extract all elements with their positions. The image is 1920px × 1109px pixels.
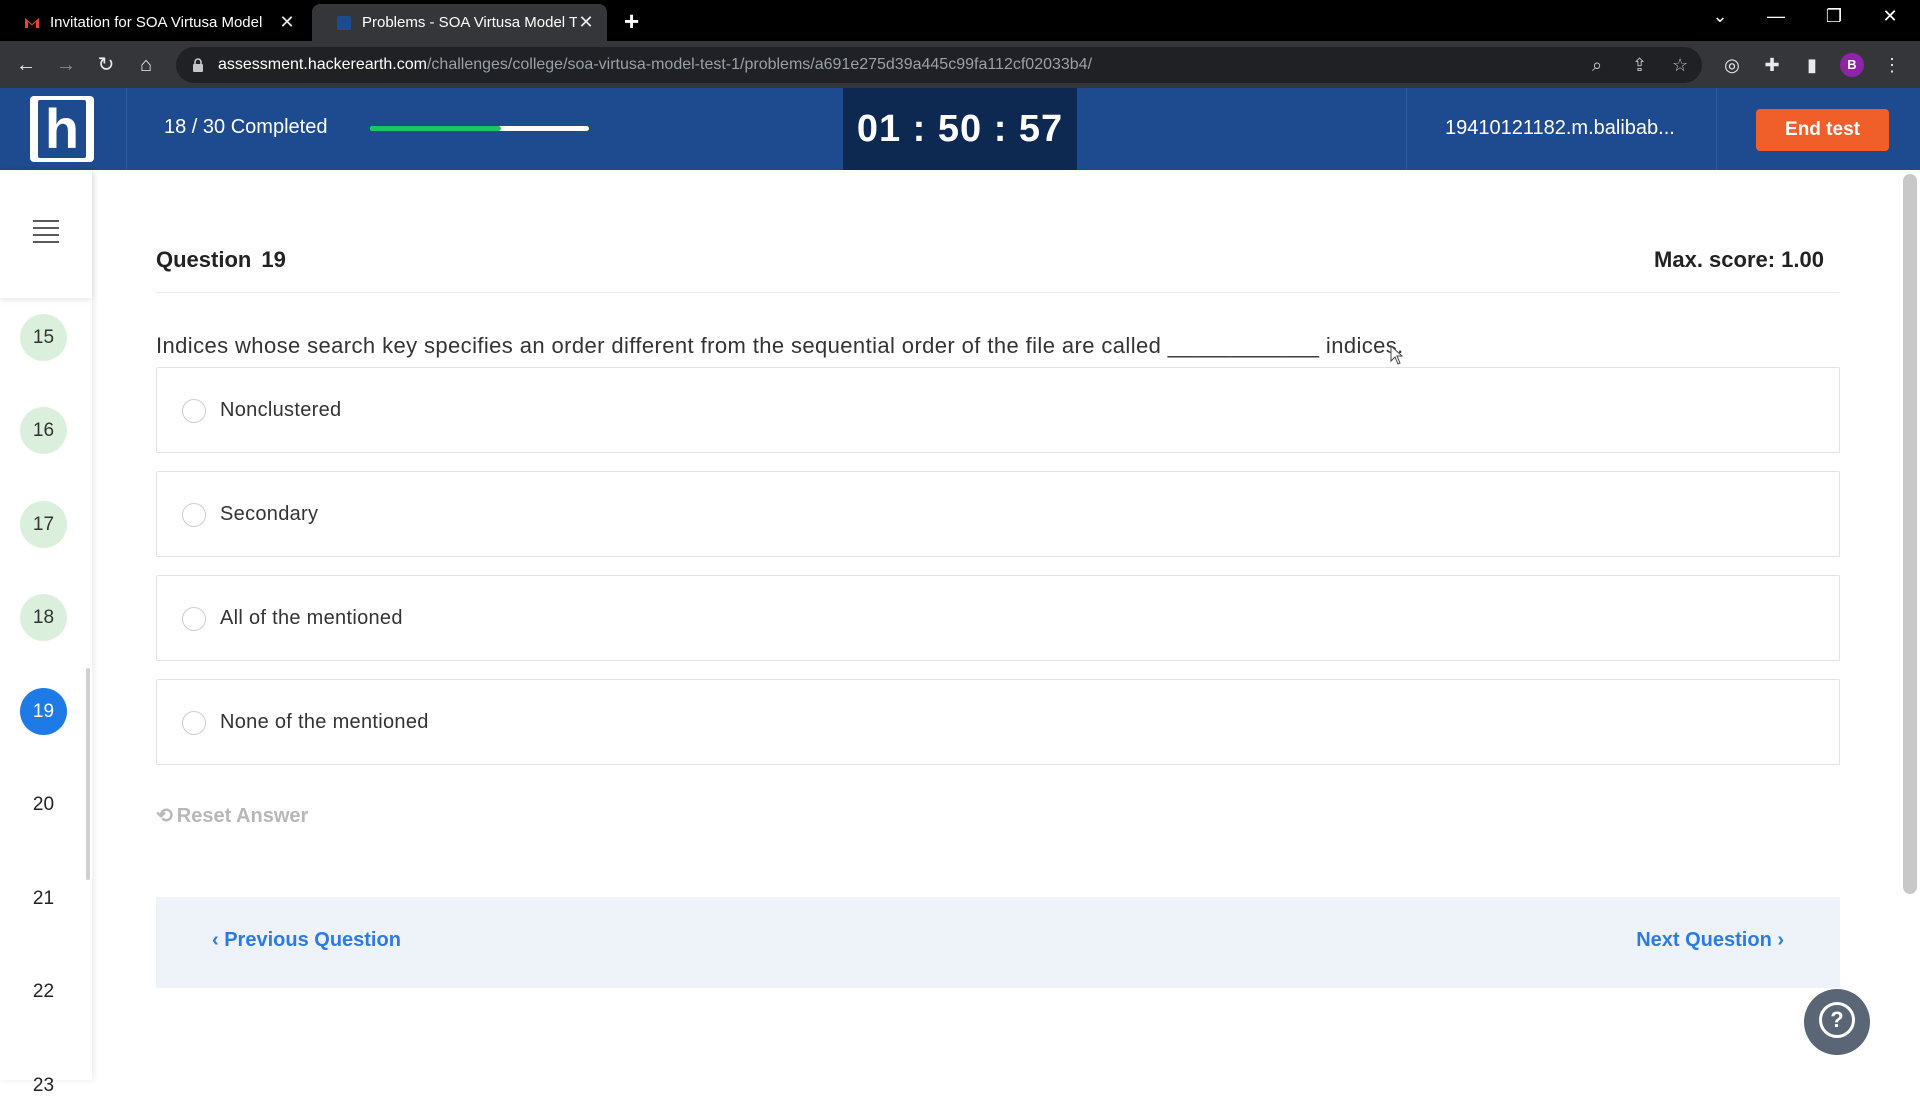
sidebar-scrollbar[interactable]	[86, 668, 90, 880]
bookmark-star-icon[interactable]: ☆	[1672, 55, 1688, 76]
sidebar-menu-toggle[interactable]	[0, 170, 92, 298]
question-text: Indices whose search key specifies an or…	[156, 333, 1404, 358]
radio-button[interactable]	[182, 607, 206, 631]
option-label: All of the mentioned	[220, 607, 403, 629]
tab-search-icon[interactable]: ⌄	[1700, 6, 1740, 27]
question-nav-21[interactable]: 21	[20, 875, 67, 922]
extensions-puzzle-icon[interactable]: ✚	[1760, 53, 1784, 77]
zoom-icon[interactable]: ⌕	[1592, 55, 1602, 76]
progress-bar	[370, 126, 589, 131]
main-scrollbar[interactable]	[1903, 174, 1917, 894]
mouse-cursor-icon	[1390, 345, 1404, 365]
lock-icon	[193, 58, 203, 72]
question-nav-19[interactable]: 19	[20, 688, 67, 735]
option-all-of-the-mentioned[interactable]: All of the mentioned	[156, 575, 1840, 661]
header-divider	[1406, 88, 1407, 170]
minimize-button[interactable]: —	[1756, 6, 1796, 27]
tab-invitation[interactable]: Invitation for SOA Virtusa Model ✕	[0, 4, 308, 41]
countdown-timer: 01 : 50 : 57	[843, 88, 1077, 170]
logo-h-mark: h	[38, 100, 86, 158]
reset-answer-button[interactable]: ⟲ Reset Answer	[156, 803, 308, 828]
browser-toolbar: ← → ↻ ⌂ assessment.hackerearth.com/chall…	[0, 41, 1920, 88]
side-panel-icon[interactable]: ▮	[1800, 53, 1824, 77]
reset-icon: ⟲	[156, 805, 173, 827]
option-none-of-the-mentioned[interactable]: None of the mentioned	[156, 679, 1840, 765]
back-icon[interactable]: ←	[12, 51, 40, 79]
hackerearth-icon	[337, 15, 351, 30]
menu-kebab-icon[interactable]: ⋮	[1880, 53, 1904, 77]
help-button[interactable]: ?	[1804, 989, 1870, 1055]
home-icon[interactable]: ⌂	[132, 51, 160, 79]
profile-avatar[interactable]: B	[1840, 53, 1864, 77]
radio-button[interactable]	[182, 399, 206, 423]
reload-icon[interactable]: ↻	[92, 51, 120, 79]
divider	[156, 292, 1839, 293]
extension-spy-icon[interactable]: ◎	[1720, 53, 1744, 77]
option-label: Secondary	[220, 503, 319, 525]
radio-button[interactable]	[182, 711, 206, 735]
question-nav-22[interactable]: 22	[20, 968, 67, 1015]
hackerearth-logo: h	[30, 96, 94, 162]
gmail-icon	[25, 17, 39, 28]
option-secondary[interactable]: Secondary	[156, 471, 1840, 557]
max-score: Max. score: 1.00	[1654, 247, 1824, 272]
radio-button[interactable]	[182, 503, 206, 527]
question-navigation: ‹ Previous Question Next Question ›	[156, 897, 1840, 988]
end-test-button[interactable]: End test	[1756, 109, 1889, 151]
question-heading: Question 19	[156, 247, 286, 273]
help-question-icon: ?	[1819, 1001, 1855, 1038]
close-window-button[interactable]: ✕	[1870, 6, 1910, 27]
question-nav-18[interactable]: 18	[20, 594, 67, 641]
tab-title: Problems - SOA Virtusa Model Te	[362, 14, 577, 31]
close-tab-icon[interactable]: ✕	[278, 12, 296, 33]
question-nav-23[interactable]: 23	[20, 1062, 67, 1109]
question-nav-20[interactable]: 20	[20, 781, 67, 828]
browser-tab-strip: Invitation for SOA Virtusa Model ✕ Probl…	[0, 0, 1920, 41]
question-nav-15[interactable]: 15	[20, 314, 67, 361]
tab-problems[interactable]: Problems - SOA Virtusa Model Te ✕	[312, 4, 607, 41]
option-label: None of the mentioned	[220, 711, 429, 733]
question-nav-17[interactable]: 17	[20, 501, 67, 548]
tab-title: Invitation for SOA Virtusa Model	[50, 14, 263, 31]
share-icon[interactable]: ⇪	[1632, 55, 1647, 76]
close-tab-icon[interactable]: ✕	[577, 12, 595, 33]
reset-label: Reset Answer	[176, 805, 309, 827]
progress-bar-fill	[370, 126, 502, 131]
header-divider	[126, 88, 127, 170]
url-text: assessment.hackerearth.com/challenges/co…	[218, 56, 1093, 73]
question-nav-16[interactable]: 16	[20, 407, 67, 454]
progress-label: 18 / 30 Completed	[164, 116, 328, 138]
user-email[interactable]: 19410121182.m.balibab...	[1445, 117, 1675, 140]
restore-button[interactable]: ❐	[1814, 6, 1854, 27]
question-number: 19	[261, 247, 286, 272]
test-header: h 18 / 30 Completed 01 : 50 : 57 1941012…	[0, 88, 1920, 170]
question-label: Question	[156, 247, 252, 272]
new-tab-button[interactable]: +	[624, 6, 639, 37]
option-nonclustered[interactable]: Nonclustered	[156, 367, 1840, 453]
hamburger-icon	[33, 220, 59, 248]
header-divider	[1716, 88, 1717, 170]
previous-question-button[interactable]: ‹ Previous Question	[212, 929, 401, 952]
address-bar[interactable]: assessment.hackerearth.com/challenges/co…	[176, 47, 1702, 83]
question-sidebar: 15 16 17 18 19 20 21 22 23	[0, 170, 92, 1096]
forward-icon[interactable]: →	[52, 51, 80, 79]
option-label: Nonclustered	[220, 399, 342, 421]
next-question-button[interactable]: Next Question ›	[1636, 929, 1784, 952]
